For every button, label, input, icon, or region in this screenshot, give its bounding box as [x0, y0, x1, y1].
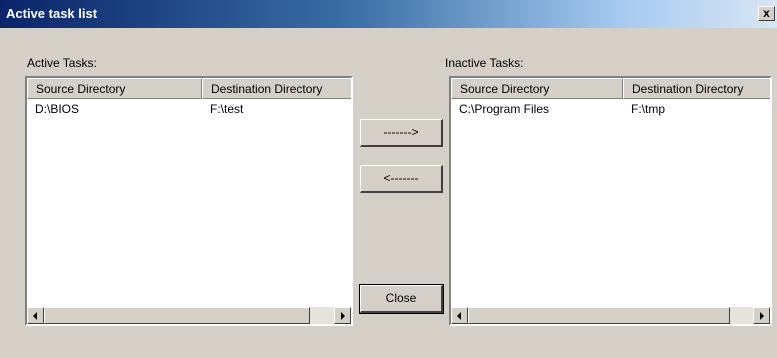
scroll-thumb[interactable] — [468, 307, 730, 324]
scroll-left-button[interactable] — [27, 307, 44, 324]
scroll-thumb[interactable] — [44, 307, 310, 324]
close-icon: x — [763, 6, 770, 20]
close-window-button[interactable]: x — [758, 6, 775, 21]
list-item-source: D:\BIOS — [35, 102, 80, 116]
active-col-destination-directory[interactable]: Destination Directory — [202, 78, 351, 99]
inactive-tasks-list[interactable]: Source Directory Destination Directory C… — [449, 76, 772, 326]
title-bar: Active task list x — [0, 0, 777, 28]
inactive-col-destination-directory[interactable]: Destination Directory — [623, 78, 770, 99]
scroll-right-icon — [760, 312, 764, 320]
list-item[interactable]: D:\BIOS F:\test — [27, 102, 342, 118]
horizontal-scrollbar[interactable] — [451, 307, 770, 324]
list-item-destination: F:\test — [210, 102, 244, 116]
scroll-left-icon — [457, 312, 461, 320]
active-list-header: Source Directory Destination Directory — [27, 78, 351, 99]
active-tasks-label: Active Tasks: — [27, 56, 97, 70]
list-item-destination: F:\tmp — [631, 102, 666, 116]
scroll-right-icon — [341, 312, 345, 320]
horizontal-scrollbar[interactable] — [27, 307, 351, 324]
scroll-left-button[interactable] — [451, 307, 468, 324]
move-to-active-button[interactable]: <------- — [360, 165, 443, 193]
scroll-right-button[interactable] — [334, 307, 351, 324]
active-tasks-list[interactable]: Source Directory Destination Directory D… — [25, 76, 353, 326]
list-item-source: C:\Program Files — [459, 102, 550, 116]
active-col-source-directory[interactable]: Source Directory — [27, 78, 202, 99]
close-button[interactable]: Close — [359, 284, 444, 314]
inactive-col-source-directory[interactable]: Source Directory — [451, 78, 623, 99]
list-item[interactable]: C:\Program Files F:\tmp — [451, 102, 763, 118]
scroll-left-icon — [33, 312, 37, 320]
inactive-tasks-label: Inactive Tasks: — [445, 56, 524, 70]
scroll-right-button[interactable] — [753, 307, 770, 324]
move-to-inactive-button[interactable]: -------> — [360, 119, 443, 147]
inactive-list-header: Source Directory Destination Directory — [451, 78, 770, 99]
window-title: Active task list — [6, 6, 98, 21]
